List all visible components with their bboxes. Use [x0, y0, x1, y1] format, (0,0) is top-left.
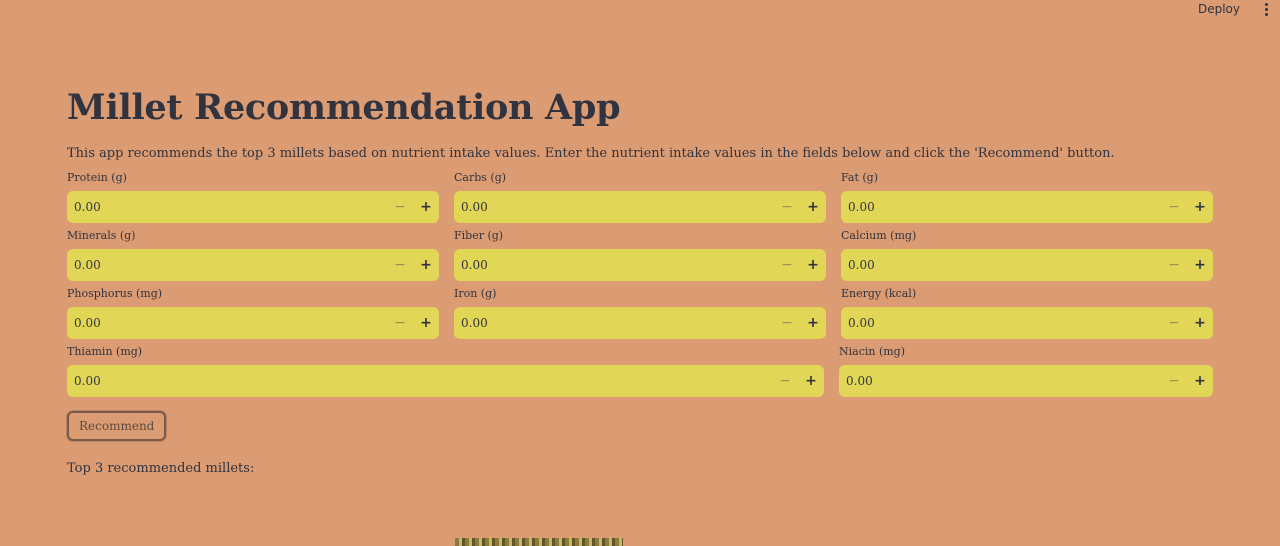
field-label: Phosphorus (mg) — [67, 287, 163, 300]
field-label: Fat (g) — [841, 171, 878, 184]
millet-image — [455, 538, 623, 546]
field-label: Carbs (g) — [454, 171, 507, 184]
increment-button[interactable]: + — [1187, 365, 1213, 397]
input-row-1: Protein (g) − + Carbs (g) − + Fat (g) − … — [67, 171, 1213, 224]
field-label: Protein (g) — [67, 171, 127, 184]
increment-button[interactable]: + — [800, 249, 826, 281]
deploy-button[interactable]: Deploy — [1198, 2, 1240, 16]
fat-input[interactable] — [841, 190, 1161, 224]
input-row-3: Phosphorus (mg) − + Iron (g) − + Energy … — [67, 287, 1213, 340]
fiber-field: Fiber (g) − + — [454, 229, 826, 282]
niacin-input-wrapper: − + — [839, 364, 1213, 398]
input-row-2: Minerals (g) − + Fiber (g) − + Calcium (… — [67, 229, 1213, 282]
top-toolbar: Deploy — [0, 0, 1280, 22]
carbs-input[interactable] — [454, 190, 774, 224]
protein-input-wrapper: − + — [67, 190, 439, 224]
increment-button[interactable]: + — [1187, 191, 1213, 223]
field-label: Calcium (mg) — [841, 229, 917, 242]
results-heading: Top 3 recommended millets: — [67, 461, 255, 476]
calcium-input[interactable] — [841, 248, 1161, 282]
app-description: This app recommends the top 3 millets ba… — [67, 146, 1115, 161]
main-content: Millet Recommendation App This app recom… — [67, 85, 1213, 476]
fat-input-wrapper: − + — [841, 190, 1213, 224]
fiber-input[interactable] — [454, 248, 774, 282]
field-label: Thiamin (mg) — [67, 345, 143, 358]
field-label: Iron (g) — [454, 287, 497, 300]
decrement-button[interactable]: − — [774, 249, 800, 281]
iron-input-wrapper: − + — [454, 306, 826, 340]
recommend-button[interactable]: Recommend — [67, 411, 167, 441]
thiamin-field: Thiamin (mg) − + — [67, 345, 824, 398]
niacin-input[interactable] — [839, 364, 1161, 398]
increment-button[interactable]: + — [413, 191, 439, 223]
calcium-input-wrapper: − + — [841, 248, 1213, 282]
minerals-input-wrapper: − + — [67, 248, 439, 282]
minerals-field: Minerals (g) − + — [67, 229, 439, 282]
decrement-button[interactable]: − — [1161, 249, 1187, 281]
decrement-button[interactable]: − — [1161, 307, 1187, 339]
iron-field: Iron (g) − + — [454, 287, 826, 340]
fiber-input-wrapper: − + — [454, 248, 826, 282]
kebab-menu-icon[interactable] — [1260, 1, 1272, 17]
field-label: Energy (kcal) — [841, 287, 917, 300]
thiamin-input[interactable] — [67, 364, 772, 398]
decrement-button[interactable]: − — [1161, 365, 1187, 397]
page-title: Millet Recommendation App — [67, 87, 621, 128]
field-label: Fiber (g) — [454, 229, 504, 242]
decrement-button[interactable]: − — [387, 249, 413, 281]
decrement-button[interactable]: − — [774, 307, 800, 339]
energy-input-wrapper: − + — [841, 306, 1213, 340]
energy-field: Energy (kcal) − + — [841, 287, 1213, 340]
decrement-button[interactable]: − — [772, 365, 798, 397]
increment-button[interactable]: + — [800, 307, 826, 339]
increment-button[interactable]: + — [1187, 249, 1213, 281]
carbs-input-wrapper: − + — [454, 190, 826, 224]
decrement-button[interactable]: − — [774, 191, 800, 223]
increment-button[interactable]: + — [413, 249, 439, 281]
increment-button[interactable]: + — [413, 307, 439, 339]
calcium-field: Calcium (mg) − + — [841, 229, 1213, 282]
iron-input[interactable] — [454, 306, 774, 340]
minerals-input[interactable] — [67, 248, 387, 282]
decrement-button[interactable]: − — [387, 191, 413, 223]
phosphorus-input-wrapper: − + — [67, 306, 439, 340]
protein-field: Protein (g) − + — [67, 171, 439, 224]
field-label: Niacin (mg) — [839, 345, 906, 358]
protein-input[interactable] — [67, 190, 387, 224]
fat-field: Fat (g) − + — [841, 171, 1213, 224]
carbs-field: Carbs (g) − + — [454, 171, 826, 224]
increment-button[interactable]: + — [1187, 307, 1213, 339]
energy-input[interactable] — [841, 306, 1161, 340]
thiamin-input-wrapper: − + — [67, 364, 824, 398]
field-label: Minerals (g) — [67, 229, 136, 242]
phosphorus-input[interactable] — [67, 306, 387, 340]
phosphorus-field: Phosphorus (mg) − + — [67, 287, 439, 340]
increment-button[interactable]: + — [800, 191, 826, 223]
decrement-button[interactable]: − — [1161, 191, 1187, 223]
decrement-button[interactable]: − — [387, 307, 413, 339]
increment-button[interactable]: + — [798, 365, 824, 397]
input-row-4: Thiamin (mg) − + Niacin (mg) − + — [67, 345, 1213, 398]
niacin-field: Niacin (mg) − + — [839, 345, 1213, 398]
